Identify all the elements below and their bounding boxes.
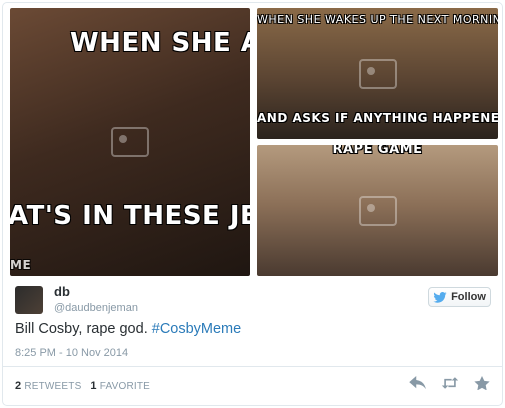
image-placeholder-icon (358, 195, 397, 226)
follow-button[interactable]: Follow (428, 287, 491, 307)
divider (3, 366, 502, 367)
media-grid: WHEN SHE AS AT'S IN THESE JELL ME WHEN S… (10, 8, 498, 276)
hashtag-link[interactable]: #CosbyMeme (152, 321, 241, 337)
tweet-text-plain: Bill Cosby, rape god. (15, 321, 152, 337)
photo-1[interactable]: WHEN SHE AS AT'S IN THESE JELL ME (10, 8, 250, 276)
photo-1-caption-top: WHEN SHE AS (70, 28, 250, 58)
photo-2-caption-top: WHEN SHE WAKES UP THE NEXT MORNING (257, 13, 498, 26)
retweet-icon[interactable] (441, 376, 459, 390)
photo-2-caption-bottom: AND ASKS IF ANYTHING HAPPENED (257, 111, 498, 125)
tweet-actions (409, 376, 491, 390)
photo-3[interactable]: RAPE GAME (257, 145, 498, 276)
tweet-text: Bill Cosby, rape god. #CosbyMeme (15, 321, 241, 337)
photo-1-caption-corner: ME (10, 258, 32, 272)
image-placeholder-icon (111, 127, 149, 157)
avatar[interactable] (15, 286, 43, 314)
follow-label: Follow (451, 291, 486, 303)
favorite-label[interactable]: FAVORITE (100, 381, 150, 392)
photo-1-caption-bottom: AT'S IN THESE JELL (10, 201, 250, 231)
tweet-timestamp[interactable]: 8:25 PM - 10 Nov 2014 (15, 347, 128, 359)
tweet-card: WHEN SHE AS AT'S IN THESE JELL ME WHEN S… (2, 2, 503, 406)
photo-3-caption-top: RAPE GAME (332, 145, 423, 157)
twitter-bird-icon (433, 291, 447, 303)
display-name[interactable]: db (54, 284, 70, 299)
reply-icon[interactable] (409, 376, 427, 390)
retweet-label[interactable]: RETWEETS (24, 381, 81, 392)
retweet-count[interactable]: 2 (15, 380, 21, 392)
image-placeholder-icon (358, 58, 397, 89)
favorite-icon[interactable] (473, 376, 491, 390)
tweet-stats: 2 RETWEETS 1 FAVORITE (15, 380, 150, 392)
photo-2[interactable]: WHEN SHE WAKES UP THE NEXT MORNING AND A… (257, 8, 498, 139)
user-handle[interactable]: @daudbenjeman (54, 302, 138, 314)
favorite-count[interactable]: 1 (90, 380, 96, 392)
